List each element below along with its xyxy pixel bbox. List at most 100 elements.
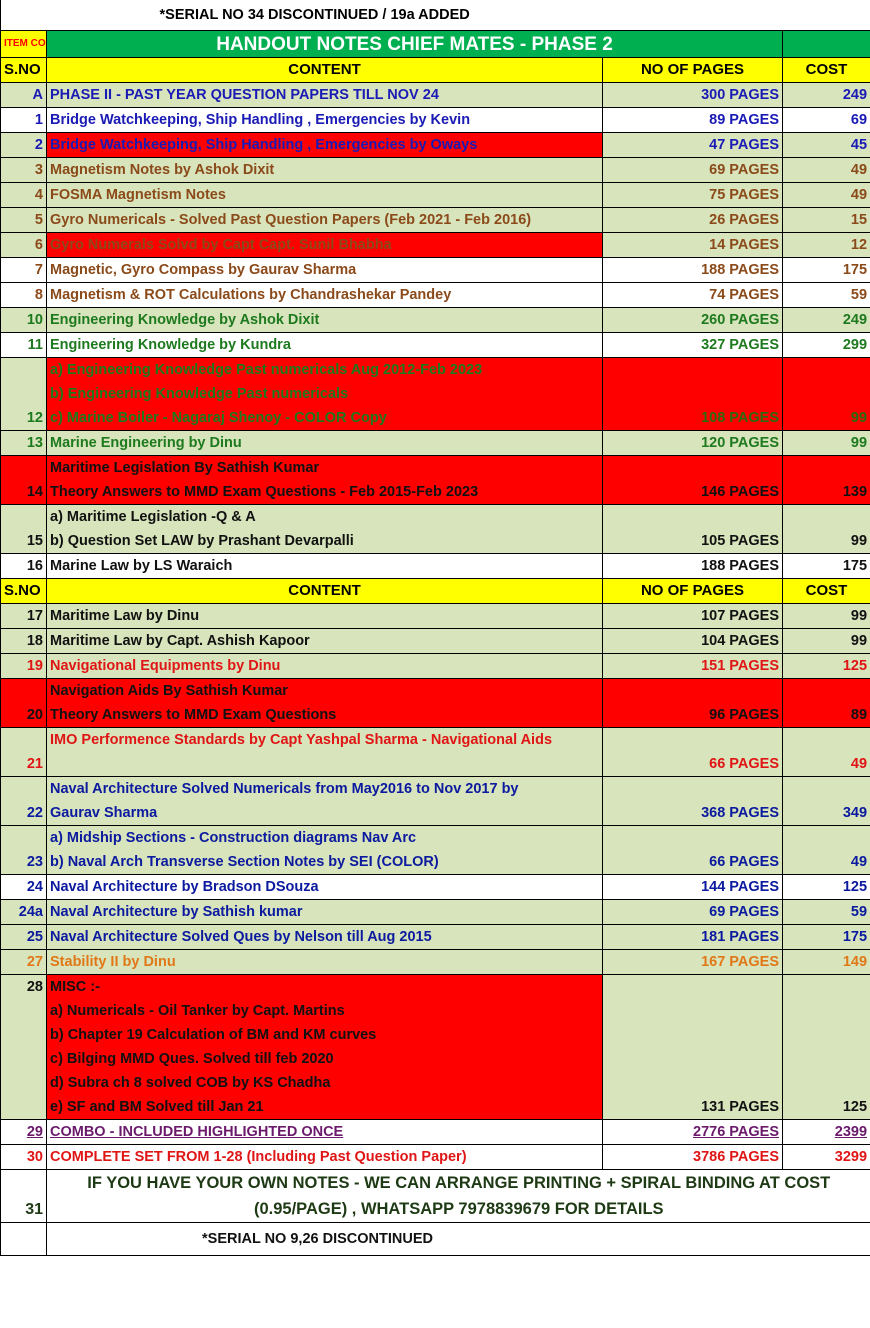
content-line: a) Engineering Knowledge Past numericals… [50, 362, 483, 378]
content-line: Magnetic, Gyro Compass by Gaurav Sharma [50, 262, 357, 278]
row-sno: 13 [0, 430, 47, 456]
table-row: 2 Bridge Watchkeeping, Ship Handling , Em… [0, 132, 870, 158]
row-cost: 139 [781, 455, 870, 505]
row-content: MISC :- a) Numericals - Oil Tanker by Cap… [46, 974, 603, 1120]
content-line: c) Bilging MMD Ques. Solved till feb 202… [50, 1051, 334, 1067]
row-content: Naval Architecture by Bradson DSouza [46, 874, 603, 900]
row-cost: 175 [781, 553, 870, 579]
table-row: 18 Maritime Law by Capt. Ashish Kapoor 104… [0, 628, 870, 654]
row-cost: 149 [781, 949, 870, 975]
row-sno: 27 [0, 949, 47, 975]
table-row: 22 Naval Architecture Solved Numericals f… [0, 776, 870, 826]
row-pages: 188 PAGES [602, 553, 783, 579]
row-content: Gyro Numerals Solvd by Capt Capt. Sunil … [46, 232, 603, 258]
row-content: Marine Law by LS Waraich [46, 553, 603, 579]
row-sno: 7 [0, 257, 47, 283]
row-sno: 5 [0, 207, 47, 233]
row-cost: 49 [781, 825, 870, 875]
table-row: 14 Maritime Legislation By Sathish Kumar T… [0, 455, 870, 505]
header-content: CONTENT [46, 57, 603, 83]
row-content: Navigational Equipments by Dinu [46, 653, 603, 679]
row-cost: 99 [781, 430, 870, 456]
row-content: Naval Architecture Solved Ques by Nelson… [46, 924, 603, 950]
row-pages: 108 PAGES [602, 357, 783, 431]
content-line: Naval Architecture Solved Numericals fro… [50, 781, 519, 797]
table-row: 13 Marine Engineering by Dinu 120 PAGES 99 [0, 430, 870, 456]
column-header-row: S.NO CONTENT NO OF PAGES COST [0, 57, 870, 83]
row-pages: 14 PAGES [602, 232, 783, 258]
table-row: 1 Bridge Watchkeeping, Ship Handling , Em… [0, 107, 870, 133]
row-pages: 327 PAGES [602, 332, 783, 358]
row-content: a) Maritime Legislation -Q & A b) Questio… [46, 504, 603, 554]
row-content: Stability II by Dinu [46, 949, 603, 975]
row-sno: 24a [0, 899, 47, 925]
row-pages: 69 PAGES [602, 157, 783, 183]
row-pages: 181 PAGES [602, 924, 783, 950]
row-cost: 99 [781, 628, 870, 654]
price-table: *SERIAL NO 34 DISCONTINUED / 19a ADDED I… [0, 0, 870, 1256]
row-content: Engineering Knowledge by Kundra [46, 332, 603, 358]
content-line: Maritime Law by Capt. Ashish Kapoor [50, 633, 310, 649]
table-row: 19 Navigational Equipments by Dinu 151 PAG… [0, 653, 870, 679]
content-line: c) Marine Boiler - Nagaraj Shenoy - COLO… [50, 410, 387, 426]
row-sno: 28 [0, 974, 47, 1120]
row-sno: 12 [0, 357, 47, 431]
header-cost: COST [781, 578, 870, 604]
table-row: 23 a) Midship Sections - Construction dia… [0, 825, 870, 875]
content-line: d) Subra ch 8 solved COB by KS Chadha [50, 1075, 331, 1091]
table-row: 7 Magnetic, Gyro Compass by Gaurav Sharma… [0, 257, 870, 283]
row-pages: 120 PAGES [602, 430, 783, 456]
content-line: a) Maritime Legislation -Q & A [50, 509, 256, 525]
item-code-label: ITEM CODE [0, 30, 47, 58]
content-line: Naval Architecture by Sathish kumar [50, 904, 303, 920]
content-line: Marine Law by LS Waraich [50, 558, 233, 574]
row-content: Gyro Numericals - Solved Past Question P… [46, 207, 603, 233]
row-pages: 66 PAGES [602, 727, 783, 777]
column-header-row: S.NO CONTENT NO OF PAGES COST [0, 578, 870, 604]
row-pages: 96 PAGES [602, 678, 783, 728]
row-cost: 175 [781, 924, 870, 950]
content-line: MISC :- [50, 979, 100, 995]
header-pages: NO OF PAGES [602, 57, 783, 83]
row-sno: 1 [0, 107, 47, 133]
row-sno: 23 [0, 825, 47, 875]
content-line: Magnetism & ROT Calculations by Chandras… [50, 287, 452, 303]
content-line: COMPLETE SET FROM 1-28 (Including Past Q… [50, 1149, 467, 1165]
row-content: FOSMA Magnetism Notes [46, 182, 603, 208]
content-line: Marine Engineering by Dinu [50, 435, 242, 451]
row-pages: 3786 PAGES [602, 1144, 783, 1170]
row-pages: 89 PAGES [602, 107, 783, 133]
table-row: 3 Magnetism Notes by Ashok Dixit 69 PAGES 4… [0, 157, 870, 183]
header-pages: NO OF PAGES [602, 578, 783, 604]
row-pages: 74 PAGES [602, 282, 783, 308]
row-cost: 3299 [781, 1144, 870, 1170]
content-line: a) Midship Sections - Construction diagr… [50, 830, 417, 846]
row-pages: 188 PAGES [602, 257, 783, 283]
note-line: (0.95/PAGE) , WHATSAPP 7978839679 FOR DE… [253, 1200, 664, 1218]
row-cost: 15 [781, 207, 870, 233]
content-line: b) Question Set LAW by Prashant Devarpal… [50, 533, 354, 549]
row-sno: 29 [0, 1119, 47, 1145]
content-line: Naval Architecture by Bradson DSouza [50, 879, 319, 895]
row-content: PHASE II - PAST YEAR QUESTION PAPERS TIL… [46, 82, 603, 108]
row-pages: 144 PAGES [602, 874, 783, 900]
row-content: Maritime Legislation By Sathish Kumar The… [46, 455, 603, 505]
row-content: Magnetism & ROT Calculations by Chandras… [46, 282, 603, 308]
content-line: Gyro Numericals - Solved Past Question P… [50, 212, 532, 228]
row-sno: 22 [0, 776, 47, 826]
bottom-note-row: *SERIAL NO 9,26 DISCONTINUED [0, 1222, 870, 1256]
row-cost: 59 [781, 899, 870, 925]
content-line: IMO Performence Standards by Capt Yashpa… [50, 732, 553, 748]
note-sno: 31 [0, 1169, 47, 1223]
row-pages: 104 PAGES [602, 628, 783, 654]
row-sno: 4 [0, 182, 47, 208]
row-sno: 17 [0, 603, 47, 629]
row-pages: 66 PAGES [602, 825, 783, 875]
row-cost: 175 [781, 257, 870, 283]
row-content: Engineering Knowledge by Ashok Dixit [46, 307, 603, 333]
top-note: *SERIAL NO 34 DISCONTINUED / 19a ADDED [159, 7, 470, 23]
row-content: Magnetic, Gyro Compass by Gaurav Sharma [46, 257, 603, 283]
row-content: COMBO - INCLUDED HIGHLIGHTED ONCE [46, 1119, 603, 1145]
row-cost: 125 [781, 653, 870, 679]
content-line: Engineering Knowledge by Kundra [50, 337, 291, 353]
